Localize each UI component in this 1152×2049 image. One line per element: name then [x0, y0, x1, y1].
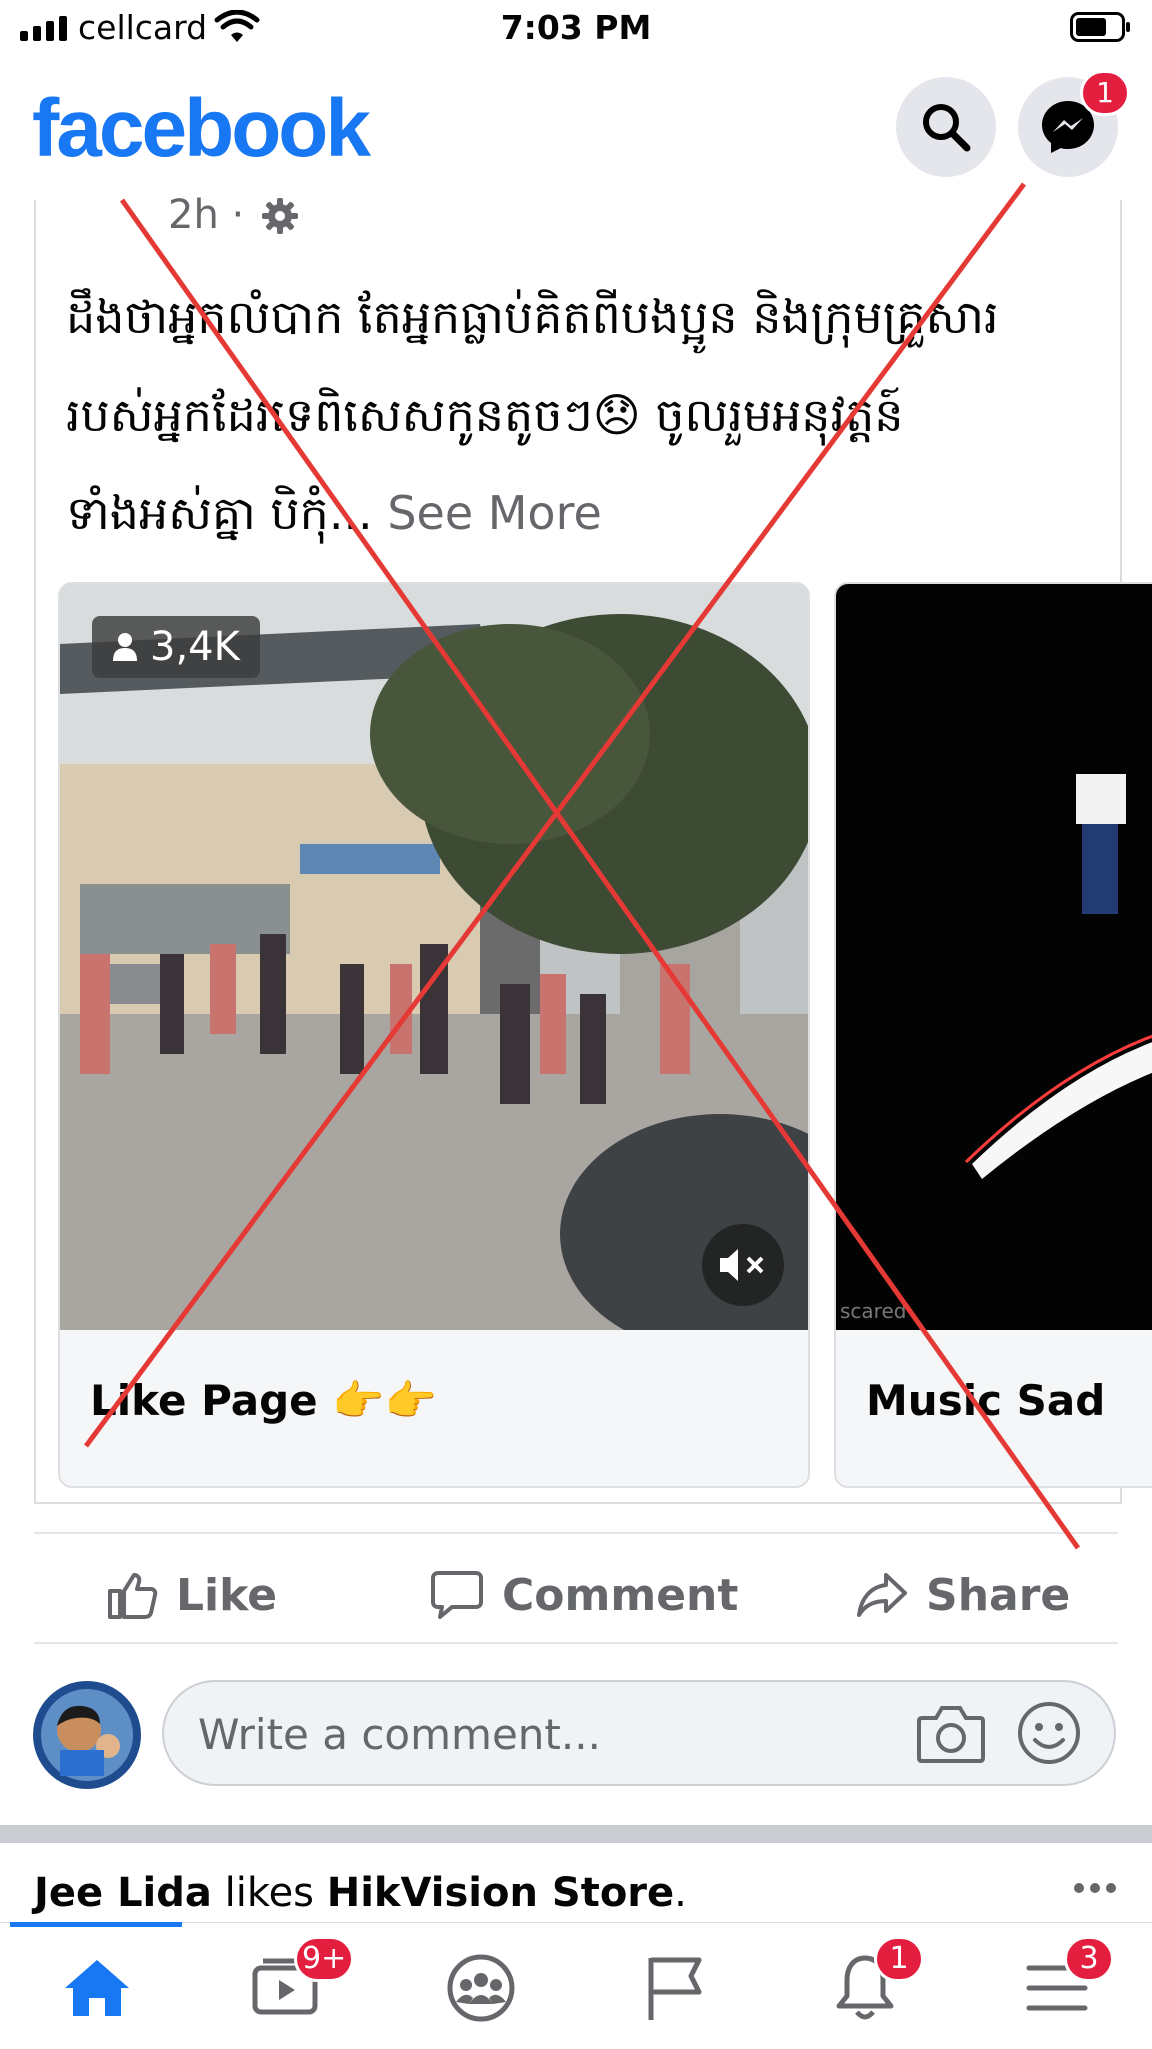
- video-caption: Music Sad: [866, 1376, 1106, 1425]
- watch-badge: 9+: [294, 1936, 355, 1982]
- tab-home[interactable]: [52, 1948, 142, 2028]
- menu-badge: 3: [1064, 1936, 1114, 1982]
- feed-separator: [0, 1825, 1152, 1843]
- video-thumbnail[interactable]: scared: [836, 584, 1152, 1330]
- post-text-line: របស់អ្នកដែរទេពិសេសកូនតូចៗ😞 ចូលរួមអនុវត្ត…: [66, 388, 904, 442]
- emoji-icon[interactable]: [1016, 1700, 1082, 1766]
- flag-icon: [648, 1957, 702, 2020]
- groups-icon: [447, 1954, 515, 2022]
- battery-icon: [1070, 12, 1130, 42]
- tab-pages[interactable]: [630, 1948, 720, 2028]
- mute-button[interactable]: [702, 1224, 784, 1306]
- gear-icon: [262, 198, 298, 234]
- search-button[interactable]: [896, 77, 996, 177]
- viewer-count: 3,4K: [150, 624, 240, 670]
- video-watermark: scared: [840, 1299, 906, 1323]
- post-text-line: ទាំងអស់គ្នា បិកុំ... See More: [66, 486, 602, 540]
- comment-icon: [431, 1571, 483, 1619]
- post-time[interactable]: 2h ·: [168, 192, 244, 238]
- post-text: ដឹងថាអ្នកលំបាក តែអ្នកធ្លាប់គិតពីបងប្អូន …: [66, 268, 1086, 562]
- thumbs-up-icon: [108, 1573, 158, 1619]
- speaker-muted-icon: [720, 1249, 764, 1281]
- story-header: Jee Lida likes HikVision Store.: [34, 1870, 687, 1916]
- like-label: Like: [176, 1569, 278, 1621]
- person-icon: [113, 633, 137, 661]
- avatar[interactable]: [32, 1680, 142, 1790]
- comment-button[interactable]: Comment: [430, 1565, 738, 1625]
- see-more-link[interactable]: See More: [387, 486, 601, 540]
- video-card[interactable]: Like Page 👉👉: [58, 582, 810, 1488]
- messenger-badge: 1: [1080, 70, 1130, 116]
- share-label: Share: [926, 1569, 1071, 1621]
- more-options-icon[interactable]: [1072, 1878, 1118, 1898]
- tab-groups[interactable]: [436, 1948, 526, 2028]
- active-tab-indicator: [10, 1922, 182, 1927]
- facebook-logo[interactable]: facebook: [32, 82, 371, 176]
- page-name[interactable]: HikVision Store: [327, 1870, 674, 1916]
- like-button[interactable]: Like: [106, 1565, 277, 1625]
- status-time: 7:03 PM: [500, 8, 652, 47]
- divider: [34, 1642, 1118, 1644]
- viewer-count-badge: 3,4K: [92, 616, 260, 678]
- share-icon: [857, 1573, 907, 1617]
- search-icon: [923, 104, 971, 152]
- bottom-tab-bar: [0, 1922, 1152, 2049]
- notifications-badge: 1: [874, 1936, 924, 1982]
- home-icon: [65, 1960, 129, 2016]
- video-caption: Like Page 👉👉: [90, 1376, 437, 1425]
- video-thumbnail[interactable]: [60, 584, 808, 1330]
- actor-name[interactable]: Jee Lida: [34, 1870, 212, 1916]
- video-card[interactable]: scared Music Sad: [834, 582, 1152, 1488]
- divider: [34, 1532, 1118, 1534]
- comment-label: Comment: [502, 1569, 739, 1621]
- comment-placeholder: Write a comment...: [198, 1710, 601, 1759]
- camera-icon[interactable]: [916, 1700, 986, 1766]
- post-text-line: ដឹងថាអ្នកលំបាក តែអ្នកធ្លាប់គិតពីបងប្អូន …: [66, 290, 999, 344]
- share-button[interactable]: Share: [856, 1565, 1070, 1625]
